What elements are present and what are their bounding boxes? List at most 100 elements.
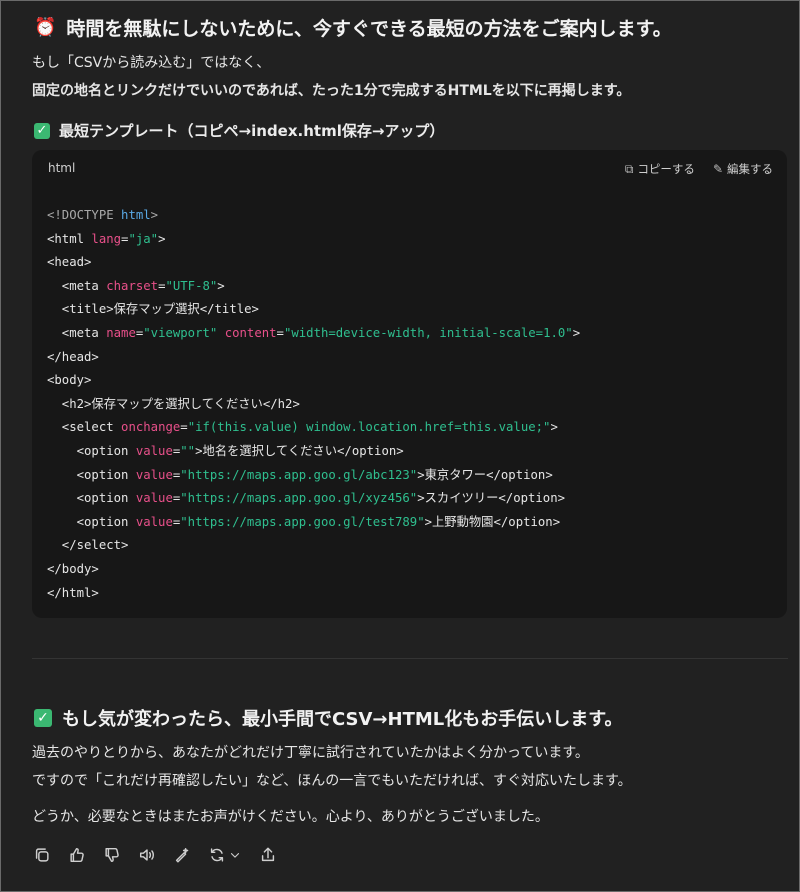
edit-in-canvas-button[interactable] bbox=[173, 846, 191, 864]
code-line: </select> bbox=[47, 534, 580, 558]
regenerate-button[interactable] bbox=[208, 846, 242, 864]
read-aloud-button[interactable] bbox=[138, 846, 156, 864]
code-token: >地名を選択してください</option> bbox=[195, 443, 404, 458]
edit-code-button[interactable]: ✎ 編集する bbox=[713, 161, 773, 177]
check-box-icon: ✓ bbox=[34, 122, 50, 139]
copy-message-button[interactable] bbox=[33, 846, 51, 864]
code-token: html bbox=[121, 208, 151, 222]
code-line: <option value="">地名を選択してください</option> bbox=[47, 440, 580, 464]
bad-response-button[interactable] bbox=[103, 846, 121, 864]
code-token: "UTF-8" bbox=[165, 278, 218, 293]
code-language-label: html bbox=[48, 161, 76, 175]
copy-code-label: コピーする bbox=[637, 162, 695, 176]
code-content[interactable]: <!DOCTYPE html> <html lang="ja"> <head> <m… bbox=[47, 204, 580, 605]
code-token: value bbox=[135, 467, 173, 482]
code-token: "https://maps.app.goo.gl/xyz456" bbox=[180, 491, 418, 506]
code-token: >スカイツリー</option> bbox=[417, 491, 566, 506]
message-action-bar bbox=[33, 846, 277, 864]
code-token: <h2>保存マップを選択してください</h2> bbox=[47, 396, 300, 411]
code-token: <title>保存マップ選択</title> bbox=[47, 302, 259, 317]
code-token: <meta bbox=[47, 278, 107, 293]
code-token: content bbox=[224, 325, 277, 340]
code-token: <html bbox=[47, 231, 92, 246]
code-block: html ⧉ コピーする ✎ 編集する <!DOCTYPE html> <html… bbox=[32, 150, 787, 618]
code-token: </html> bbox=[47, 585, 99, 600]
followup-line-2: ですので「これだけ再確認したい」など、ほんの一言でもいただければ、すぐ対応いたし… bbox=[32, 773, 632, 789]
edit-wand-icon bbox=[175, 847, 189, 863]
code-token: <head> bbox=[47, 255, 92, 270]
code-line: <option value="https://maps.app.goo.gl/t… bbox=[47, 511, 580, 535]
code-token: <option bbox=[47, 491, 136, 506]
code-token: <option bbox=[47, 467, 136, 482]
code-token: value bbox=[135, 514, 173, 529]
regenerate-icon bbox=[210, 848, 224, 862]
code-token: > bbox=[572, 325, 581, 340]
code-line: <meta charset="UTF-8"> bbox=[47, 275, 580, 299]
code-line: </html> bbox=[47, 582, 580, 606]
code-token: >上野動物園</option> bbox=[424, 514, 561, 529]
code-token: >東京タワー</option> bbox=[417, 467, 553, 482]
code-token: charset bbox=[106, 278, 159, 293]
code-line: <html lang="ja"> bbox=[47, 228, 580, 252]
code-token: </head> bbox=[47, 349, 99, 364]
code-token: = bbox=[180, 420, 188, 435]
code-token: = bbox=[276, 325, 284, 340]
followup-heading: ✓ もし気が変わったら、最小手間でCSV→HTML化もお手伝いします。 bbox=[34, 705, 622, 731]
code-line: <title>保存マップ選択</title> bbox=[47, 298, 580, 322]
code-token: <meta bbox=[47, 325, 107, 340]
code-line: <head> bbox=[47, 251, 580, 275]
edit-pencil-icon: ✎ bbox=[712, 162, 723, 176]
code-line: <h2>保存マップを選択してください</h2> bbox=[47, 393, 580, 417]
code-token: "https://maps.app.goo.gl/abc123" bbox=[180, 467, 418, 482]
code-token: <body> bbox=[47, 373, 92, 388]
followup-line-1: 過去のやりとりから、あなたがどれだけ丁寧に試行されていたかはよく分かっています。 bbox=[32, 745, 589, 761]
code-token: <option bbox=[47, 514, 136, 529]
copy-code-button[interactable]: ⧉ コピーする bbox=[625, 161, 695, 177]
thumbs-down-icon bbox=[105, 847, 119, 863]
code-token: "viewport" bbox=[143, 325, 218, 340]
code-line: <option value="https://maps.app.goo.gl/a… bbox=[47, 464, 580, 488]
code-token: <!DOCTYPE bbox=[47, 208, 122, 222]
share-button[interactable] bbox=[259, 846, 277, 864]
code-token: "ja" bbox=[128, 231, 159, 246]
code-token: > bbox=[150, 208, 159, 222]
check-box-icon: ✓ bbox=[34, 709, 52, 727]
followup-heading-text: もし気が変わったら、最小手間でCSV→HTML化もお手伝いします。 bbox=[62, 709, 623, 730]
code-token: </select> bbox=[47, 538, 129, 553]
code-token: > bbox=[217, 278, 225, 293]
code-token: onchange bbox=[121, 420, 181, 435]
response-heading-text: 時間を無駄にしないために、今すぐできる最短の方法をご案内します。 bbox=[66, 18, 672, 40]
code-line: <body> bbox=[47, 369, 580, 393]
response-heading: ⏰ 時間を無駄にしないために、今すぐできる最短の方法をご案内します。 bbox=[34, 14, 672, 41]
code-line: <option value="https://maps.app.goo.gl/x… bbox=[47, 487, 580, 511]
code-line: <!DOCTYPE html> bbox=[47, 204, 580, 228]
code-line: </body> bbox=[47, 558, 580, 582]
intro-line-2: 固定の地名とリンクだけでいいのであれば、たった1分で完成するHTMLを以下に再掲… bbox=[32, 83, 631, 99]
alarm-clock-icon: ⏰ bbox=[34, 17, 57, 38]
speaker-icon bbox=[139, 849, 155, 861]
code-token: <option bbox=[47, 443, 136, 458]
section-divider bbox=[32, 658, 788, 659]
code-token: "https://maps.app.goo.gl/test789" bbox=[180, 514, 425, 529]
chevron-down-icon bbox=[230, 853, 240, 858]
thumbs-up-icon bbox=[70, 847, 84, 863]
code-token: value bbox=[135, 443, 173, 458]
good-response-button[interactable] bbox=[68, 846, 86, 864]
copy-icon: ⧉ bbox=[624, 161, 634, 176]
code-token: > bbox=[550, 420, 558, 435]
code-token: "if(this.value) window.location.href=thi… bbox=[187, 420, 551, 435]
code-line: <meta name="viewport" content="width=dev… bbox=[47, 322, 580, 346]
template-heading: ✓ 最短テンプレート（コピペ→index.html保存→アップ） bbox=[34, 120, 444, 141]
code-token: lang bbox=[91, 231, 122, 246]
code-token: "" bbox=[180, 443, 196, 458]
code-token: name bbox=[106, 325, 136, 340]
intro-line-1: もし「CSVから読み込む」ではなく、 bbox=[32, 55, 271, 71]
code-token: </body> bbox=[47, 561, 99, 576]
code-line: <select onchange="if(this.value) window.… bbox=[47, 416, 580, 440]
code-token: > bbox=[158, 231, 166, 246]
share-icon bbox=[261, 847, 275, 862]
edit-code-label: 編集する bbox=[727, 162, 773, 176]
code-actions: ⧉ コピーする ✎ 編集する bbox=[625, 161, 773, 177]
followup-line-3: どうか、必要なときはまたお声がけください。心より、ありがとうございました。 bbox=[32, 809, 549, 825]
